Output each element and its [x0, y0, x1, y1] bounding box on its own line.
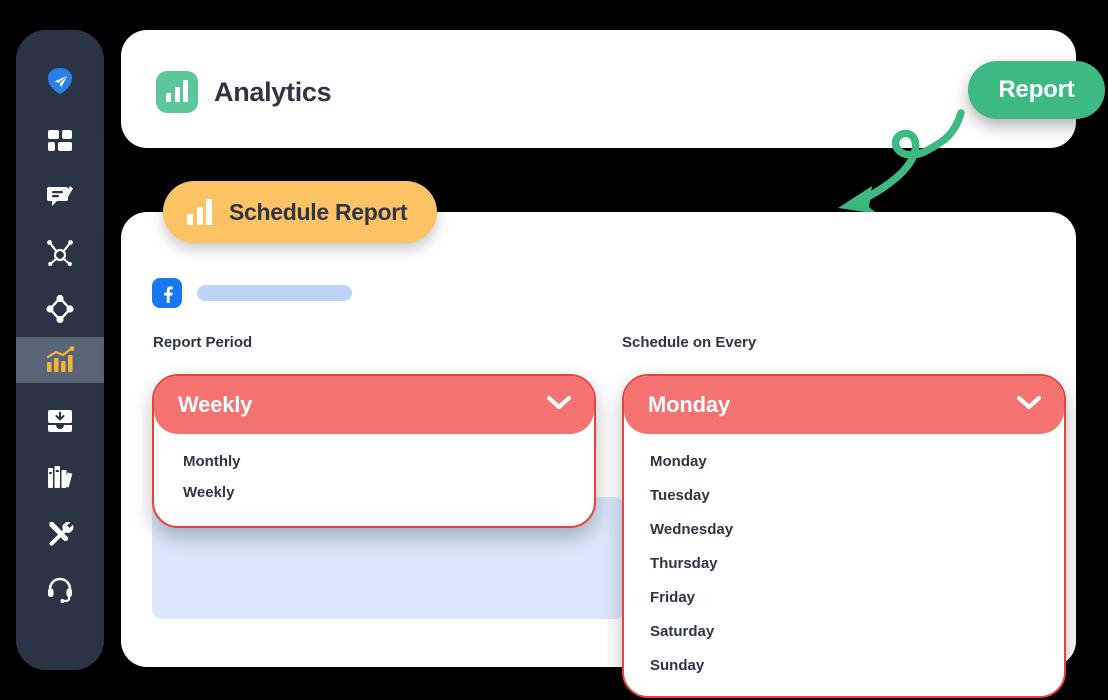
sidebar-item-logo[interactable] [16, 58, 104, 104]
inbox-download-icon [46, 408, 74, 434]
bar-chart-icon [187, 199, 212, 225]
option-monthly[interactable]: Monthly [154, 446, 594, 477]
app-stage: Analytics Report Schedule Report Report … [0, 0, 1108, 700]
dropdown-schedule-day-options: Monday Tuesday Wednesday Thursday Friday… [624, 434, 1064, 696]
chevron-down-icon [546, 395, 572, 416]
sidebar-item-support[interactable] [16, 566, 104, 612]
dropdown-report-period-header[interactable]: Weekly [154, 376, 594, 434]
tab-schedule-report[interactable]: Schedule Report [163, 181, 438, 243]
page-title: Analytics [214, 76, 332, 107]
label-schedule-on-every: Schedule on Every [622, 334, 757, 351]
option-wednesday[interactable]: Wednesday [624, 512, 1064, 546]
dropdown-schedule-day-value: Monday [648, 392, 730, 417]
network-nodes-icon [45, 238, 75, 268]
option-tuesday[interactable]: Tuesday [624, 478, 1064, 512]
books-icon [46, 464, 74, 490]
sidebar-item-network[interactable] [16, 230, 104, 276]
bar-chart-icon [156, 71, 198, 113]
sidebar-item-analytics[interactable] [16, 337, 104, 383]
bar-chart-trend-icon [45, 346, 75, 374]
report-button[interactable]: Report [968, 61, 1105, 119]
sidebar-item-inbox[interactable] [16, 398, 104, 444]
sidebar [16, 30, 104, 670]
chat-pencil-icon [46, 183, 74, 211]
paper-plane-icon [45, 66, 75, 96]
analytics-header-card: Analytics [121, 30, 1076, 148]
option-saturday[interactable]: Saturday [624, 614, 1064, 648]
sidebar-item-campaigns[interactable] [16, 286, 104, 332]
dropdown-report-period-options: Monthly Weekly [154, 434, 594, 526]
label-report-period: Report Period [153, 334, 253, 351]
headset-icon [46, 575, 74, 603]
tab-label: Schedule Report [229, 198, 408, 225]
sidebar-item-library[interactable] [16, 454, 104, 500]
sidebar-item-dashboard[interactable] [16, 118, 104, 164]
account-name-placeholder [197, 285, 352, 301]
option-weekly[interactable]: Weekly [154, 477, 594, 508]
option-thursday[interactable]: Thursday [624, 546, 1064, 580]
dropdown-schedule-day[interactable]: Monday Monday Tuesday Wednesday Thursday… [622, 374, 1066, 698]
sidebar-item-messages[interactable] [16, 174, 104, 220]
diamond-nodes-icon [45, 294, 75, 324]
dropdown-report-period[interactable]: Weekly Monthly Weekly [152, 374, 596, 528]
option-friday[interactable]: Friday [624, 580, 1064, 614]
page-title-group: Analytics [156, 71, 332, 113]
option-sunday[interactable]: Sunday [624, 648, 1064, 682]
option-monday[interactable]: Monday [624, 444, 1064, 478]
chevron-down-icon [1016, 395, 1042, 416]
dropdown-schedule-day-header[interactable]: Monday [624, 376, 1064, 434]
grid-dashboard-icon [46, 127, 74, 155]
facebook-icon[interactable] [152, 278, 182, 308]
dropdown-report-period-value: Weekly [178, 392, 253, 417]
wrench-screwdriver-icon [46, 519, 74, 547]
sidebar-item-tools[interactable] [16, 510, 104, 556]
